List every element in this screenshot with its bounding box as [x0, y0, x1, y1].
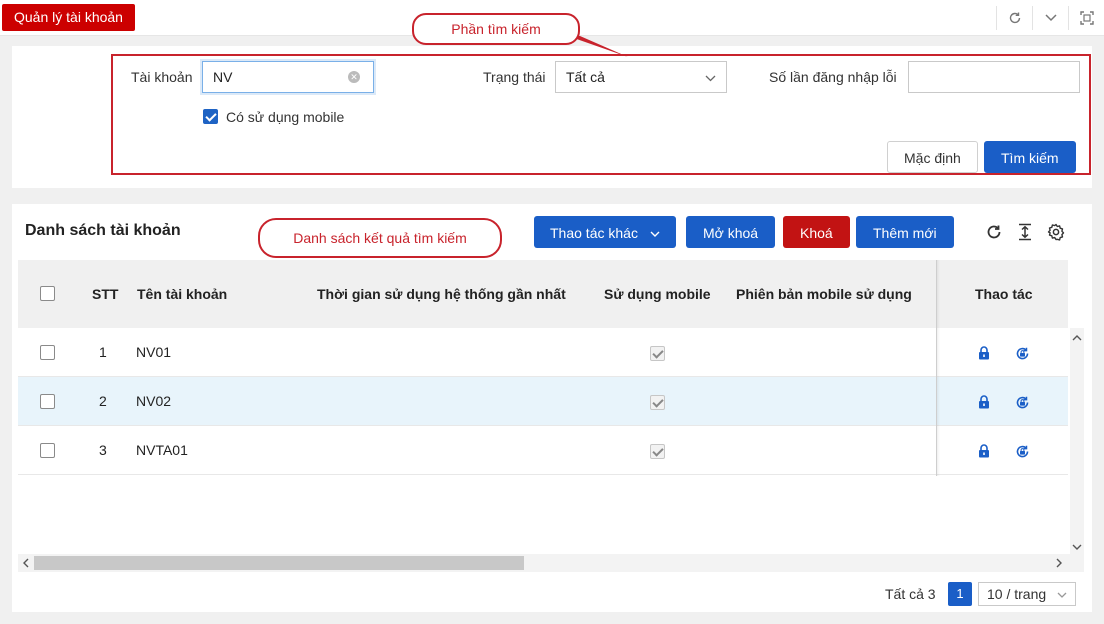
column-header-last-used[interactable]: Thời gian sử dụng hệ thống gần nhất [317, 260, 566, 328]
reset-password-icon[interactable] [1015, 426, 1030, 475]
row-index: 2 [99, 393, 107, 409]
search-section-callout: Phần tìm kiếm [412, 13, 580, 45]
mobile-checkbox[interactable] [203, 109, 218, 124]
fullscreen-icon[interactable] [1068, 6, 1104, 30]
unlock-button[interactable]: Mở khoá [686, 216, 776, 248]
other-actions-label: Thao tác khác [550, 225, 638, 241]
column-header-index[interactable]: STT [92, 260, 118, 328]
account-label: Tài khoản [131, 69, 193, 85]
scroll-up-icon[interactable] [1072, 330, 1082, 344]
gear-icon[interactable] [1045, 221, 1067, 243]
select-all-checkbox[interactable] [40, 286, 55, 301]
table-row[interactable]: 2 NV02 [18, 377, 1068, 426]
search-button[interactable]: Tìm kiếm [984, 141, 1076, 173]
results-section-callout: Danh sách kết quả tìm kiếm [258, 218, 502, 258]
lock-icon[interactable] [978, 328, 990, 377]
scroll-down-icon[interactable] [1072, 540, 1082, 554]
add-new-button[interactable]: Thêm mới [856, 216, 954, 248]
refresh-icon[interactable] [983, 221, 1005, 243]
failed-login-input[interactable] [908, 61, 1080, 93]
row-checkbox[interactable] [40, 345, 55, 360]
horizontal-scroll-thumb[interactable] [34, 556, 524, 570]
column-header-account-name[interactable]: Tên tài khoản [137, 260, 227, 328]
status-select-value: Tất cả [566, 69, 605, 85]
row-checkbox[interactable] [40, 443, 55, 458]
row-uses-mobile-checkbox [650, 345, 665, 361]
table-row[interactable]: 1 NV01 [18, 328, 1068, 377]
status-label: Trạng thái [483, 69, 546, 85]
clear-input-icon[interactable]: ✕ [348, 71, 360, 83]
status-select[interactable]: Tất cả [555, 61, 727, 93]
column-header-mobile-version[interactable]: Phiên bản mobile sử dụng [736, 260, 912, 328]
default-button[interactable]: Mặc định [887, 141, 978, 173]
reset-password-icon[interactable] [1015, 377, 1030, 426]
page-size-value: 10 / trang [987, 586, 1047, 602]
row-account-name: NVTA01 [136, 442, 188, 458]
page-size-select[interactable]: 10 / trang [978, 582, 1076, 606]
lock-button[interactable]: Khoá [783, 216, 850, 248]
row-account-name: NV01 [136, 344, 172, 360]
other-actions-button[interactable]: Thao tác khác [534, 216, 676, 248]
results-panel: Danh sách tài khoản Thao tác khác Mở kho… [12, 204, 1092, 612]
chevron-down-icon [650, 231, 660, 238]
window-controls [996, 6, 1104, 30]
scroll-right-icon[interactable] [1056, 557, 1063, 571]
vertical-scrollbar[interactable] [1070, 328, 1084, 554]
row-uses-mobile-checkbox [650, 443, 665, 459]
scroll-left-icon[interactable] [22, 557, 29, 571]
column-height-icon[interactable] [1014, 221, 1036, 243]
pagination-current-page[interactable]: 1 [948, 582, 972, 606]
failed-login-label: Số lần đăng nhập lỗi [769, 69, 897, 85]
reset-password-icon[interactable] [1015, 328, 1030, 377]
search-panel: Tài khoản ✕ Trạng thái Tất cả Số lần đăn… [12, 46, 1092, 188]
results-table: STT Tên tài khoản Thời gian sử dụng hệ t… [18, 260, 1084, 574]
row-checkbox[interactable] [40, 394, 55, 409]
row-uses-mobile-checkbox [650, 394, 665, 410]
row-account-name: NV02 [136, 393, 172, 409]
chevron-down-icon [705, 62, 716, 92]
refresh-icon[interactable] [996, 6, 1032, 30]
column-header-actions: Thao tác [975, 286, 1033, 302]
lock-icon[interactable] [978, 426, 990, 475]
mobile-checkbox-label: Có sử dụng mobile [226, 109, 345, 125]
table-row[interactable]: 3 NVTA01 [18, 426, 1068, 475]
column-header-uses-mobile[interactable]: Sử dụng mobile [604, 260, 711, 328]
row-index: 1 [99, 344, 107, 360]
chevron-down-icon [1057, 583, 1067, 605]
pagination-total: Tất cả 3 [885, 586, 936, 602]
table-header: STT Tên tài khoản Thời gian sử dụng hệ t… [18, 260, 1068, 328]
horizontal-scrollbar[interactable] [18, 554, 1084, 572]
chevron-down-icon[interactable] [1032, 6, 1068, 30]
fixed-column-shadow [936, 260, 940, 476]
list-title: Danh sách tài khoản [25, 222, 181, 239]
row-index: 3 [99, 442, 107, 458]
lock-icon[interactable] [978, 377, 990, 426]
page-title-tab[interactable]: Quản lý tài khoản [2, 4, 135, 31]
